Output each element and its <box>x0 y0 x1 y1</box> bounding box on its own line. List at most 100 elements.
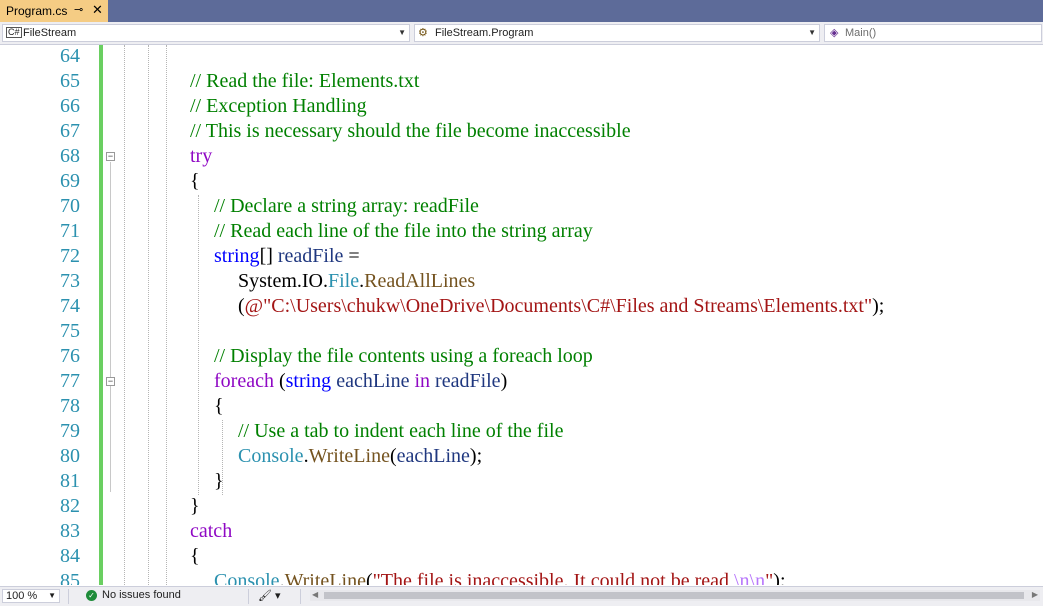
horizontal-scrollbar[interactable]: ◀ ▶ <box>310 590 1040 601</box>
code-cleanup-brush-icon[interactable]: 🖌 ▾ <box>258 589 281 602</box>
method-name: WriteLine <box>308 445 390 467</box>
type-name: Console <box>214 570 280 585</box>
comment: // This is necessary should the file bec… <box>190 120 631 142</box>
punct: ( <box>389 445 397 467</box>
line-number: 82 <box>60 495 80 517</box>
line-number: 76 <box>60 345 80 367</box>
code-line: Console.WriteLine(eachLine); <box>238 445 482 468</box>
line-number: 83 <box>60 520 80 542</box>
code-line: try <box>190 145 212 168</box>
chevron-down-icon: ▼ <box>48 591 56 600</box>
punct: ); <box>872 295 885 317</box>
keyword: string <box>214 245 260 267</box>
line-number: 75 <box>60 320 80 342</box>
punct: ); <box>469 445 483 467</box>
line-number: 79 <box>60 420 80 442</box>
keyword-catch: catch <box>190 520 233 542</box>
escape-sequence: \n\n <box>734 570 766 585</box>
brace: } <box>190 495 200 517</box>
code-line: foreach (string eachLine in readFile) <box>214 370 507 393</box>
line-number: 64 <box>60 45 80 67</box>
line-number: 69 <box>60 170 80 192</box>
line-number: 81 <box>60 470 80 492</box>
code-line: // Display the file contents using a for… <box>214 345 593 368</box>
collapse-foreach-icon[interactable]: − <box>106 377 115 386</box>
code-line: (@"C:\Users\chukw\OneDrive\Documents\C#\… <box>238 295 884 318</box>
comment: // Declare a string array: readFile <box>214 195 479 217</box>
punct: ) <box>500 370 508 392</box>
punct: ( <box>238 295 245 317</box>
type-name: File <box>328 270 360 292</box>
tab-title: Program.cs <box>6 4 68 18</box>
code-line: // Declare a string array: readFile <box>214 195 479 218</box>
line-number: 85 <box>60 570 80 585</box>
csharp-project-icon: C# <box>6 27 22 38</box>
class-dropdown[interactable]: ⚙ FileStream.Program ▼ <box>414 24 820 42</box>
line-number: 78 <box>60 395 80 417</box>
scroll-right-icon[interactable]: ▶ <box>1032 590 1038 599</box>
divider <box>248 589 249 604</box>
keyword-in: in <box>409 370 436 392</box>
member-dropdown[interactable]: ◈ Main() <box>824 24 1042 42</box>
type-name: Console <box>238 445 304 467</box>
code-line: } <box>190 495 200 518</box>
code-line: string[] readFile = <box>214 245 360 268</box>
line-number: 84 <box>60 545 80 567</box>
line-number: 74 <box>60 295 80 317</box>
line-number: 67 <box>60 120 80 142</box>
keyword-try: try <box>190 145 213 167</box>
punct: ( <box>273 370 286 392</box>
code-line: // Use a tab to indent each line of the … <box>238 420 563 443</box>
code-line: // Exception Handling <box>190 95 367 118</box>
comment: // Use a tab to indent each line of the … <box>238 420 564 442</box>
tab-program-cs[interactable]: Program.cs ⊸ ✕ <box>0 0 108 22</box>
identifier: eachLine <box>336 370 410 392</box>
namespace: System.IO. <box>238 270 328 292</box>
chevron-down-icon: ▼ <box>808 28 816 37</box>
zoom-value: 100 % <box>6 590 38 602</box>
code-line: { <box>214 395 224 418</box>
indent-guide <box>124 45 125 585</box>
status-bar: 100 % ▼ ✓ No issues found 🖌 ▾ ◀ ▶ <box>0 586 1043 606</box>
navigation-bar: C# FileStream ▼ ⚙ FileStream.Program ▼ ◈… <box>0 22 1043 45</box>
punct: [] <box>259 245 278 267</box>
project-label: FileStream <box>23 27 77 39</box>
string-literal: "The file is inaccessible. It could not … <box>372 570 734 585</box>
issues-label: No issues found <box>102 589 181 601</box>
divider <box>68 589 69 604</box>
code-line: catch <box>190 520 232 543</box>
line-number: 77 <box>60 370 80 392</box>
pin-icon[interactable]: ⊸ <box>74 3 83 16</box>
collapse-try-icon[interactable]: − <box>106 152 115 161</box>
keyword-foreach: foreach <box>214 370 274 392</box>
project-dropdown[interactable]: C# FileStream ▼ <box>2 24 410 42</box>
scroll-left-icon[interactable]: ◀ <box>312 590 318 599</box>
indent-guide <box>166 45 167 585</box>
code-editor[interactable]: − − 64 65 66 67 68 69 70 71 72 73 74 75 … <box>0 45 1043 585</box>
line-number: 68 <box>60 145 80 167</box>
punct: ( <box>365 570 373 585</box>
document-tab-strip: Program.cs ⊸ ✕ <box>0 0 1043 22</box>
code-line: System.IO.File.ReadAllLines <box>238 270 475 293</box>
comment: // Read the file: Elements.txt <box>190 70 420 92</box>
code-line: // Read each line of the file into the s… <box>214 220 593 243</box>
line-number: 65 <box>60 70 80 92</box>
check-circle-icon: ✓ <box>86 590 97 601</box>
brace: { <box>214 395 224 417</box>
scrollbar-thumb[interactable] <box>324 592 1024 599</box>
comment: // Display the file contents using a for… <box>214 345 593 367</box>
line-number: 66 <box>60 95 80 117</box>
line-number: 70 <box>60 195 80 217</box>
identifier: readFile <box>277 245 344 267</box>
brace: { <box>190 545 200 567</box>
brace: } <box>214 470 224 492</box>
indent-guide <box>148 45 149 585</box>
operator: = <box>343 245 360 267</box>
zoom-dropdown[interactable]: 100 % ▼ <box>2 589 60 603</box>
code-line: // This is necessary should the file bec… <box>190 120 631 143</box>
line-number: 71 <box>60 220 80 242</box>
string-literal: @"C:\Users\chukw\OneDrive\Documents\C#\F… <box>244 295 873 317</box>
comment: // Read each line of the file into the s… <box>214 220 593 242</box>
close-icon[interactable]: ✕ <box>92 2 103 18</box>
code-line: } <box>214 470 224 493</box>
